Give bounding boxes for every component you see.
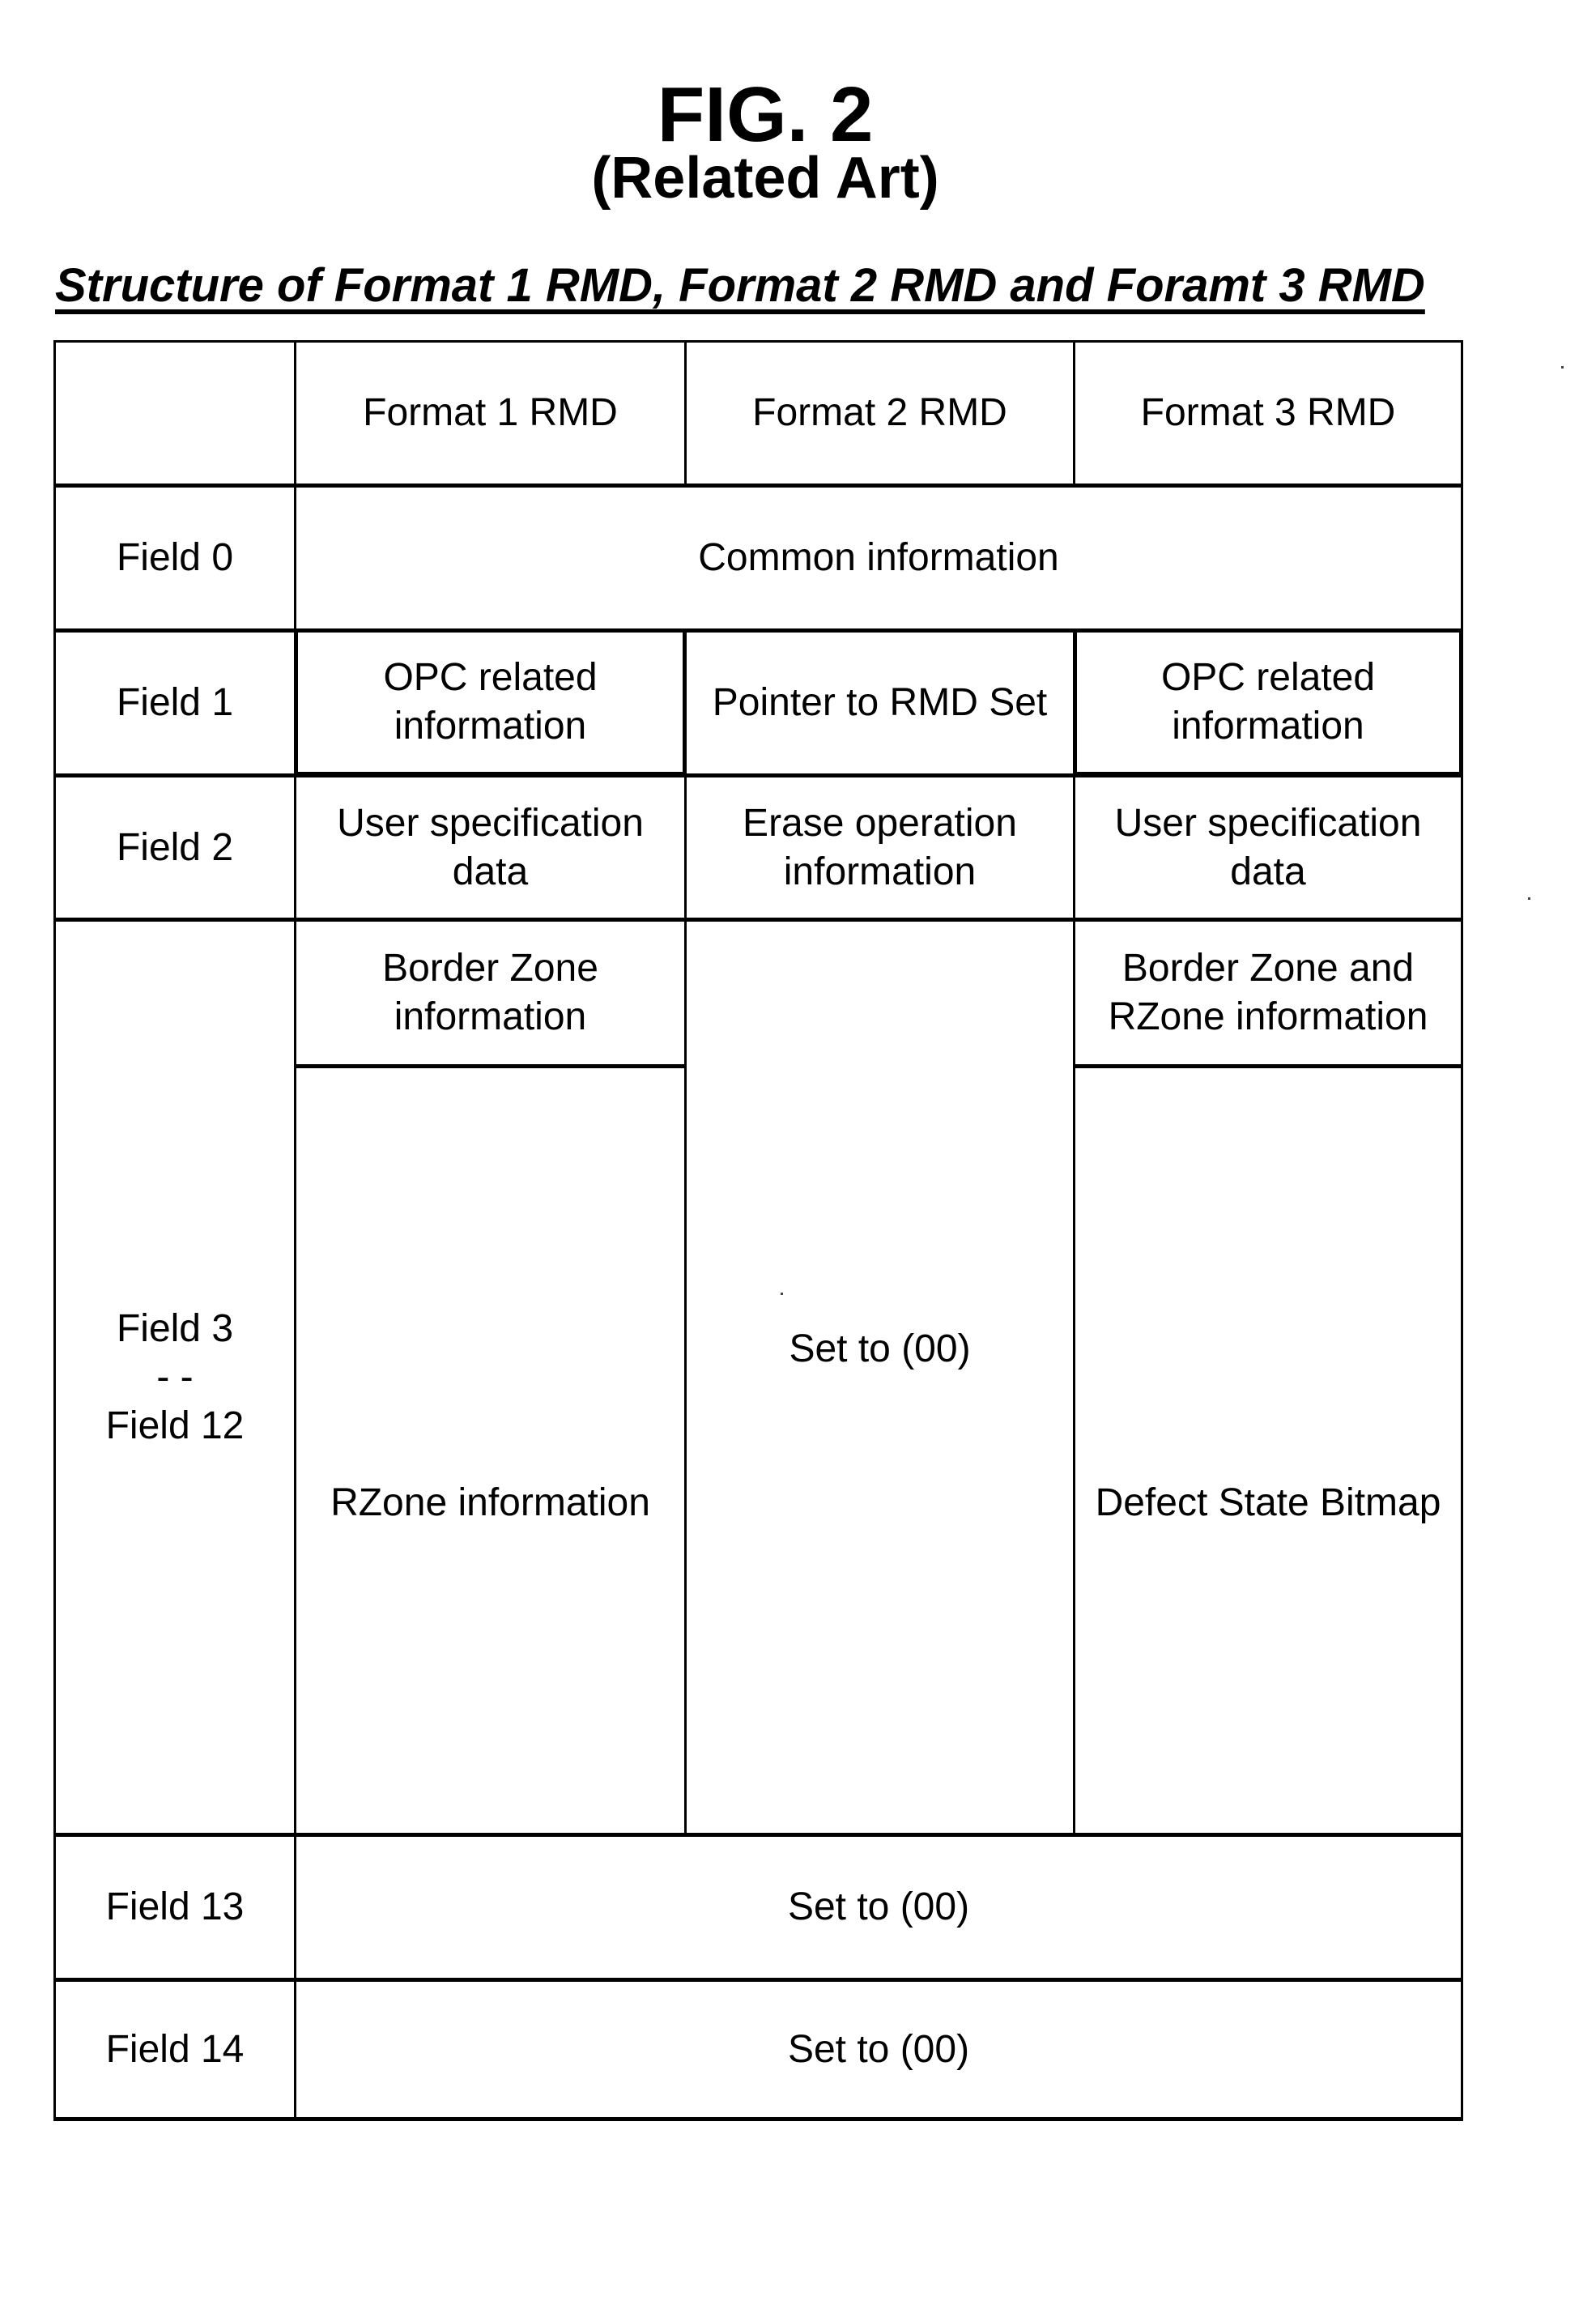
field14-set-to-00: Set to (00) [294, 1978, 1463, 2121]
field3-12-format1-rzone: RZone information [294, 1064, 687, 1835]
field1-format1: OPC related information [294, 628, 687, 776]
field2-format3: User specification data [1073, 773, 1463, 920]
header-format1: Format 1 RMD [294, 340, 687, 486]
header-format3: Format 3 RMD [1073, 340, 1463, 486]
header-format2: Format 2 RMD [684, 340, 1075, 486]
scan-speck [781, 1293, 783, 1295]
field0-label: Field 0 [53, 484, 296, 631]
field13-label: Field 13 [53, 1833, 296, 1980]
field1-label: Field 1 [53, 628, 296, 776]
field-range-dash: - - [156, 1355, 194, 1399]
field3-12-format1-border-zone: Border Zone information [294, 918, 687, 1067]
field3-12-format3-border-rzone: Border Zone and RZone information [1073, 918, 1463, 1067]
field2-format1: User specification data [294, 773, 687, 920]
field1-format2: Pointer to RMD Set [684, 628, 1075, 776]
field3-12-format2-set-to-00: Set to (00) [684, 918, 1075, 1835]
field12-label-line: Field 12 [105, 1404, 245, 1447]
figure-subtitle: (Related Art) [591, 146, 939, 211]
field14-label: Field 14 [53, 1978, 296, 2121]
field3-label-line: Field 3 [116, 1306, 234, 1350]
field1-format3: OPC related information [1073, 628, 1463, 776]
field2-label: Field 2 [53, 773, 296, 920]
figure-caption: Structure of Format 1 RMD, Format 2 RMD … [55, 259, 1425, 312]
scan-speck [1561, 366, 1564, 369]
figure-title: FIG. 2 [657, 71, 874, 158]
header-corner-cell [53, 340, 296, 486]
field0-common-information: Common information [294, 484, 1463, 631]
rmd-structure-table: Format 1 RMD Format 2 RMD Format 3 RMD F… [53, 340, 1463, 2121]
scan-speck [1528, 897, 1530, 900]
field13-set-to-00: Set to (00) [294, 1833, 1463, 1980]
field3-12-format3-defect-bitmap: Defect State Bitmap [1073, 1064, 1463, 1835]
field3-12-label: Field 3 - - Field 12 [53, 918, 296, 1835]
field2-format2: Erase operation information [684, 773, 1075, 920]
